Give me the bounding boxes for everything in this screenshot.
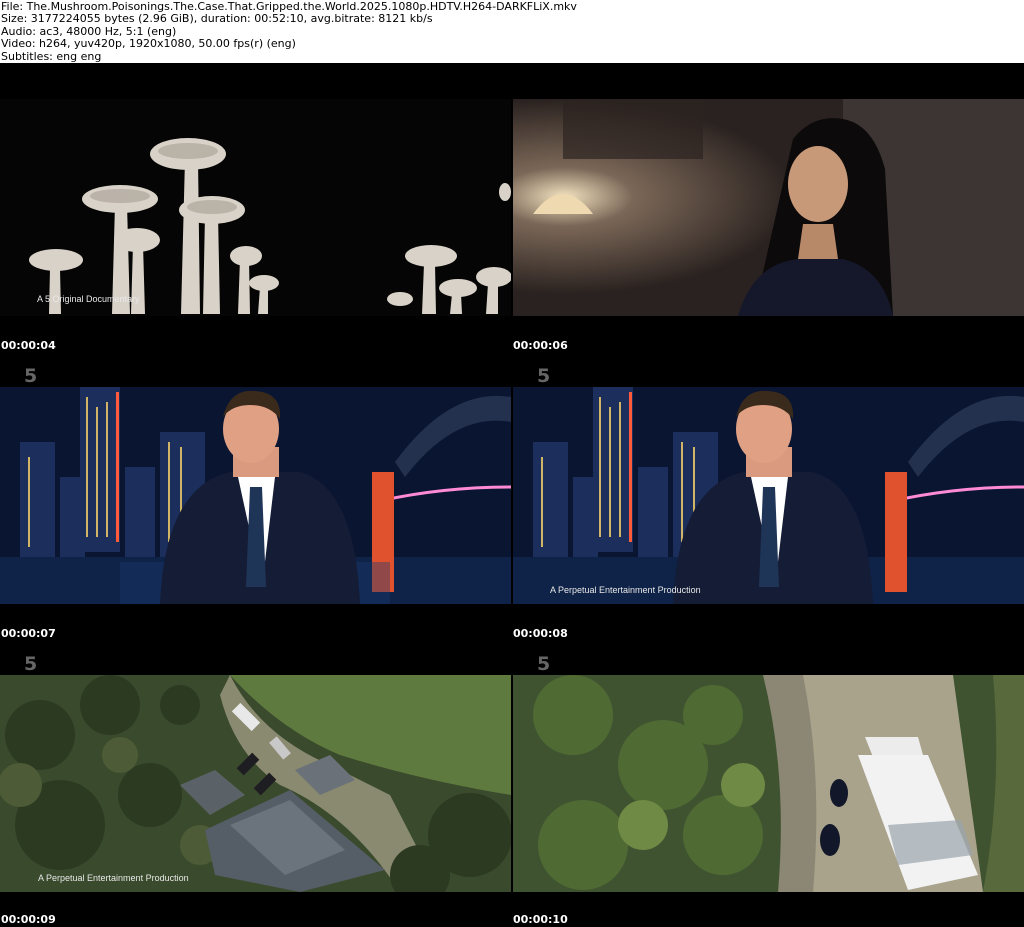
frame-5-caption: A Perpetual Entertainment Production	[38, 873, 189, 883]
news-anchor-image	[513, 387, 1024, 604]
mushrooms-image	[0, 99, 511, 316]
aerial-house-image	[0, 675, 511, 892]
thumbnail-mushrooms	[0, 99, 511, 316]
subtitles-info-line: Subtitles: eng eng	[1, 49, 102, 63]
news-anchor-image	[0, 387, 511, 604]
frame-1-caption: A 5 Original Documentary	[37, 294, 140, 304]
frame-6-timestamp: 00:00:10	[513, 913, 568, 926]
channel-5-logo: 5	[24, 653, 38, 675]
file-size-line: Size: 3177224055 bytes (2.96 GiB), durat…	[1, 12, 433, 26]
thumbnail-interview	[513, 99, 1024, 316]
channel-5-logo: 5	[24, 365, 38, 387]
file-info-header: File: The.Mushroom.Poisonings.The.Case.T…	[0, 0, 1024, 63]
thumbnail-news-anchor-1	[0, 387, 511, 604]
frame-3-timestamp: 00:00:07	[1, 627, 56, 640]
frame-4-caption: A Perpetual Entertainment Production	[550, 585, 701, 595]
interview-image	[513, 99, 1024, 316]
aerial-police-image	[513, 675, 1024, 892]
thumbnail-aerial-police	[513, 675, 1024, 892]
frame-2-timestamp: 00:00:06	[513, 339, 568, 352]
frame-1-timestamp: 00:00:04	[1, 339, 56, 352]
thumbnail-news-anchor-2	[513, 387, 1024, 604]
thumbnail-aerial-house	[0, 675, 511, 892]
channel-5-logo: 5	[537, 365, 551, 387]
frame-4-timestamp: 00:00:08	[513, 627, 568, 640]
frame-5-timestamp: 00:00:09	[1, 913, 56, 926]
channel-5-logo: 5	[537, 653, 551, 675]
video-info-line: Video: h264, yuv420p, 1920x1080, 50.00 f…	[1, 37, 296, 51]
